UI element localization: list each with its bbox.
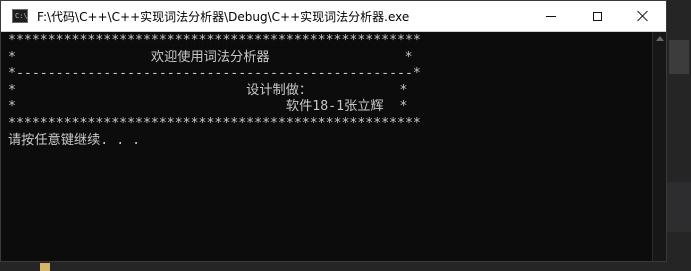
maximize-button[interactable] — [574, 1, 620, 31]
minimize-icon — [546, 15, 556, 17]
console-line-border-top: ****************************************… — [8, 33, 421, 48]
console-line-welcome: * 欢迎使用词法分析器 * — [8, 49, 413, 65]
maximize-icon — [592, 11, 602, 21]
close-button[interactable] — [620, 1, 666, 31]
console-app-icon: C:\ — [12, 9, 28, 23]
console-line-border-bottom: ****************************************… — [8, 115, 421, 131]
vertical-scrollbar[interactable] — [652, 32, 666, 261]
console-output[interactable]: ****************************************… — [1, 32, 653, 261]
title-bar[interactable]: C:\ F:\代码\C++\C++实现词法分析器\Debug\C++实现词法分析… — [1, 1, 666, 32]
background-ide-solution-explorer — [0, 262, 691, 271]
console-line-divider: *---------------------------------------… — [8, 66, 421, 82]
window-title: F:\代码\C++\C++实现词法分析器\Debug\C++实现词法分析器.ex… — [37, 9, 410, 24]
console-line-press-any-key: 请按任意键继续. . . — [8, 132, 141, 148]
console-line-designer-label: * 设计制做： * — [8, 82, 408, 98]
minimize-button[interactable] — [528, 1, 574, 31]
console-line-author: * 软件18-1张立辉 * — [8, 99, 408, 115]
scroll-up-arrow-icon[interactable] — [656, 36, 664, 41]
folder-icon — [40, 263, 50, 271]
background-ide-panel-section — [667, 182, 691, 232]
close-icon — [637, 10, 649, 22]
background-ide-tab — [669, 40, 689, 74]
window-controls — [528, 1, 666, 31]
background-ide-panel — [667, 0, 691, 271]
console-window: C:\ F:\代码\C++\C++实现词法分析器\Debug\C++实现词法分析… — [0, 0, 667, 262]
